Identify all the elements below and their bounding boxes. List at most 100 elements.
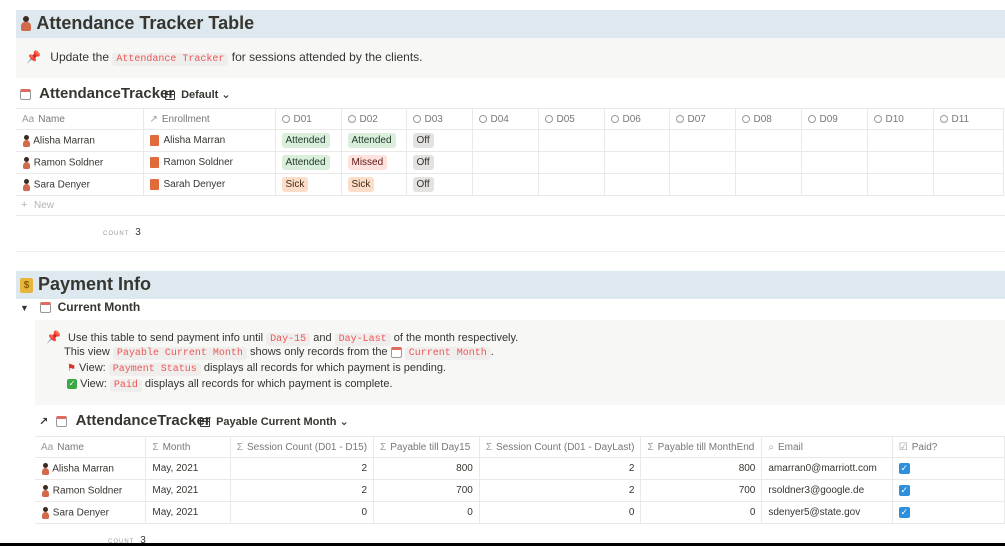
cell-empty[interactable]: [471, 173, 539, 196]
cell-empty[interactable]: [537, 173, 605, 196]
col-header-d02[interactable]: D02: [340, 108, 407, 130]
cell-empty[interactable]: [932, 129, 1004, 152]
paid-checkbox[interactable]: ✓: [898, 506, 910, 518]
cell-empty[interactable]: [734, 173, 802, 196]
cell-paid[interactable]: ✓: [891, 501, 1005, 524]
paid-checkbox[interactable]: ✓: [898, 484, 910, 496]
col-header-d05[interactable]: D05: [537, 108, 605, 130]
cell-name[interactable]: Alisha Marran: [16, 129, 144, 152]
col-header-name[interactable]: Aa Name: [35, 436, 147, 458]
cell-d03[interactable]: Off: [405, 129, 473, 152]
cell-payable-monthend[interactable]: 0: [640, 501, 763, 524]
attendance-count[interactable]: COUNT 3: [103, 222, 141, 238]
cell-empty[interactable]: [603, 129, 670, 152]
col-header-enrollment[interactable]: ↗ Enrollment: [142, 108, 276, 130]
current-month-toggle[interactable]: ▼ Current Month: [20, 300, 140, 314]
cell-month[interactable]: May, 2021: [145, 501, 231, 524]
cell-d02[interactable]: Sick: [340, 173, 407, 196]
cell-session-count-d15[interactable]: 0: [229, 501, 375, 524]
toggle-triangle-icon[interactable]: ▼: [20, 303, 29, 313]
cell-name[interactable]: Ramon Soldner: [35, 479, 147, 502]
table-row[interactable]: Alisha Marran Alisha Marran Attended Att…: [16, 129, 1004, 152]
cell-d03[interactable]: Off: [405, 173, 473, 196]
cell-payable-monthend[interactable]: 800: [640, 457, 763, 480]
cell-empty[interactable]: [866, 129, 934, 152]
cell-email[interactable]: sdenyer5@state.gov: [761, 501, 893, 524]
attendance-db-title[interactable]: AttendanceTracker: [20, 85, 174, 102]
cell-d01[interactable]: Attended: [274, 151, 342, 174]
col-header-paid[interactable]: ☑ Paid?: [891, 436, 1005, 458]
cell-empty[interactable]: [932, 173, 1004, 196]
cell-empty[interactable]: [537, 129, 605, 152]
cell-name[interactable]: Sara Denyer: [35, 501, 147, 524]
cell-empty[interactable]: [866, 173, 934, 196]
new-row-button[interactable]: + New: [16, 195, 1005, 216]
cell-empty[interactable]: [471, 129, 539, 152]
cell-paid[interactable]: ✓: [891, 479, 1005, 502]
cell-empty[interactable]: [668, 173, 736, 196]
paid-checkbox[interactable]: ✓: [898, 462, 910, 474]
col-header-payable-day15[interactable]: Σ Payable till Day15: [373, 436, 480, 458]
cell-empty[interactable]: [668, 151, 736, 174]
cell-empty[interactable]: [471, 151, 539, 174]
col-header-session-count-daylast[interactable]: Σ Session Count (D01 - DayLast): [478, 436, 642, 458]
col-header-d01[interactable]: D01: [274, 108, 342, 130]
table-row[interactable]: Ramon Soldner May, 2021 2 700 2 700 rsol…: [35, 479, 1005, 502]
col-header-d03[interactable]: D03: [405, 108, 473, 130]
table-row[interactable]: Alisha Marran May, 2021 2 800 2 800 amar…: [35, 457, 1005, 480]
cell-empty[interactable]: [932, 151, 1004, 174]
cell-paid[interactable]: ✓: [891, 457, 1005, 480]
cell-empty[interactable]: [800, 151, 868, 174]
cell-month[interactable]: May, 2021: [145, 457, 231, 480]
table-row[interactable]: Sara Denyer Sarah Denyer Sick Sick Off: [16, 173, 1004, 196]
col-header-d04[interactable]: D04: [471, 108, 539, 130]
current-month-link[interactable]: Current Month: [404, 347, 491, 360]
cell-month[interactable]: May, 2021: [145, 479, 231, 502]
cell-empty[interactable]: [800, 173, 868, 196]
payment-view-selector[interactable]: Payable Current Month ⌄: [200, 415, 349, 428]
cell-name[interactable]: Ramon Soldner: [16, 151, 144, 174]
cell-enrollment[interactable]: Alisha Marran: [142, 129, 276, 152]
cell-d01[interactable]: Sick: [274, 173, 342, 196]
cell-name[interactable]: Sara Denyer: [16, 173, 144, 196]
cell-session-count-daylast[interactable]: 0: [478, 501, 642, 524]
cell-payable-day15[interactable]: 800: [373, 457, 480, 480]
cell-session-count-daylast[interactable]: 2: [478, 457, 642, 480]
cell-d01[interactable]: Attended: [274, 129, 342, 152]
cell-session-count-d15[interactable]: 2: [229, 479, 375, 502]
col-header-d11[interactable]: D11: [932, 108, 1004, 130]
col-header-d06[interactable]: D06: [603, 108, 670, 130]
cell-empty[interactable]: [603, 173, 670, 196]
table-row[interactable]: Sara Denyer May, 2021 0 0 0 0 sdenyer5@s…: [35, 501, 1005, 524]
cell-session-count-d15[interactable]: 2: [229, 457, 375, 480]
col-header-session-count-d15[interactable]: Σ Session Count (D01 - D15): [229, 436, 375, 458]
cell-email[interactable]: rsoldner3@google.de: [761, 479, 893, 502]
col-header-name[interactable]: Aa Name: [16, 108, 144, 130]
cell-enrollment[interactable]: Sarah Denyer: [142, 173, 276, 196]
cell-d02[interactable]: Attended: [340, 129, 407, 152]
cell-d03[interactable]: Off: [405, 151, 473, 174]
col-header-payable-monthend[interactable]: Σ Payable till MonthEnd: [640, 436, 763, 458]
cell-empty[interactable]: [537, 151, 605, 174]
cell-payable-monthend[interactable]: 700: [640, 479, 763, 502]
cell-empty[interactable]: [734, 151, 802, 174]
col-header-d07[interactable]: D07: [668, 108, 736, 130]
cell-name[interactable]: Alisha Marran: [35, 457, 147, 480]
col-header-d09[interactable]: D09: [800, 108, 868, 130]
table-row[interactable]: Ramon Soldner Ramon Soldner Attended Mis…: [16, 151, 1004, 174]
cell-payable-day15[interactable]: 700: [373, 479, 480, 502]
attendance-view-selector[interactable]: Default ⌄: [165, 88, 231, 101]
payment-db-title[interactable]: ↗ AttendanceTracker: [39, 412, 211, 429]
col-header-d10[interactable]: D10: [866, 108, 934, 130]
col-header-d08[interactable]: D08: [734, 108, 802, 130]
col-header-month[interactable]: Σ Month: [145, 436, 231, 458]
cell-d02[interactable]: Missed: [340, 151, 407, 174]
cell-session-count-daylast[interactable]: 2: [478, 479, 642, 502]
cell-email[interactable]: amarran0@marriott.com: [761, 457, 893, 480]
cell-empty[interactable]: [734, 129, 802, 152]
cell-empty[interactable]: [603, 151, 670, 174]
cell-empty[interactable]: [866, 151, 934, 174]
cell-payable-day15[interactable]: 0: [373, 501, 480, 524]
col-header-email[interactable]: ⌕ Email: [761, 436, 893, 458]
cell-empty[interactable]: [668, 129, 736, 152]
